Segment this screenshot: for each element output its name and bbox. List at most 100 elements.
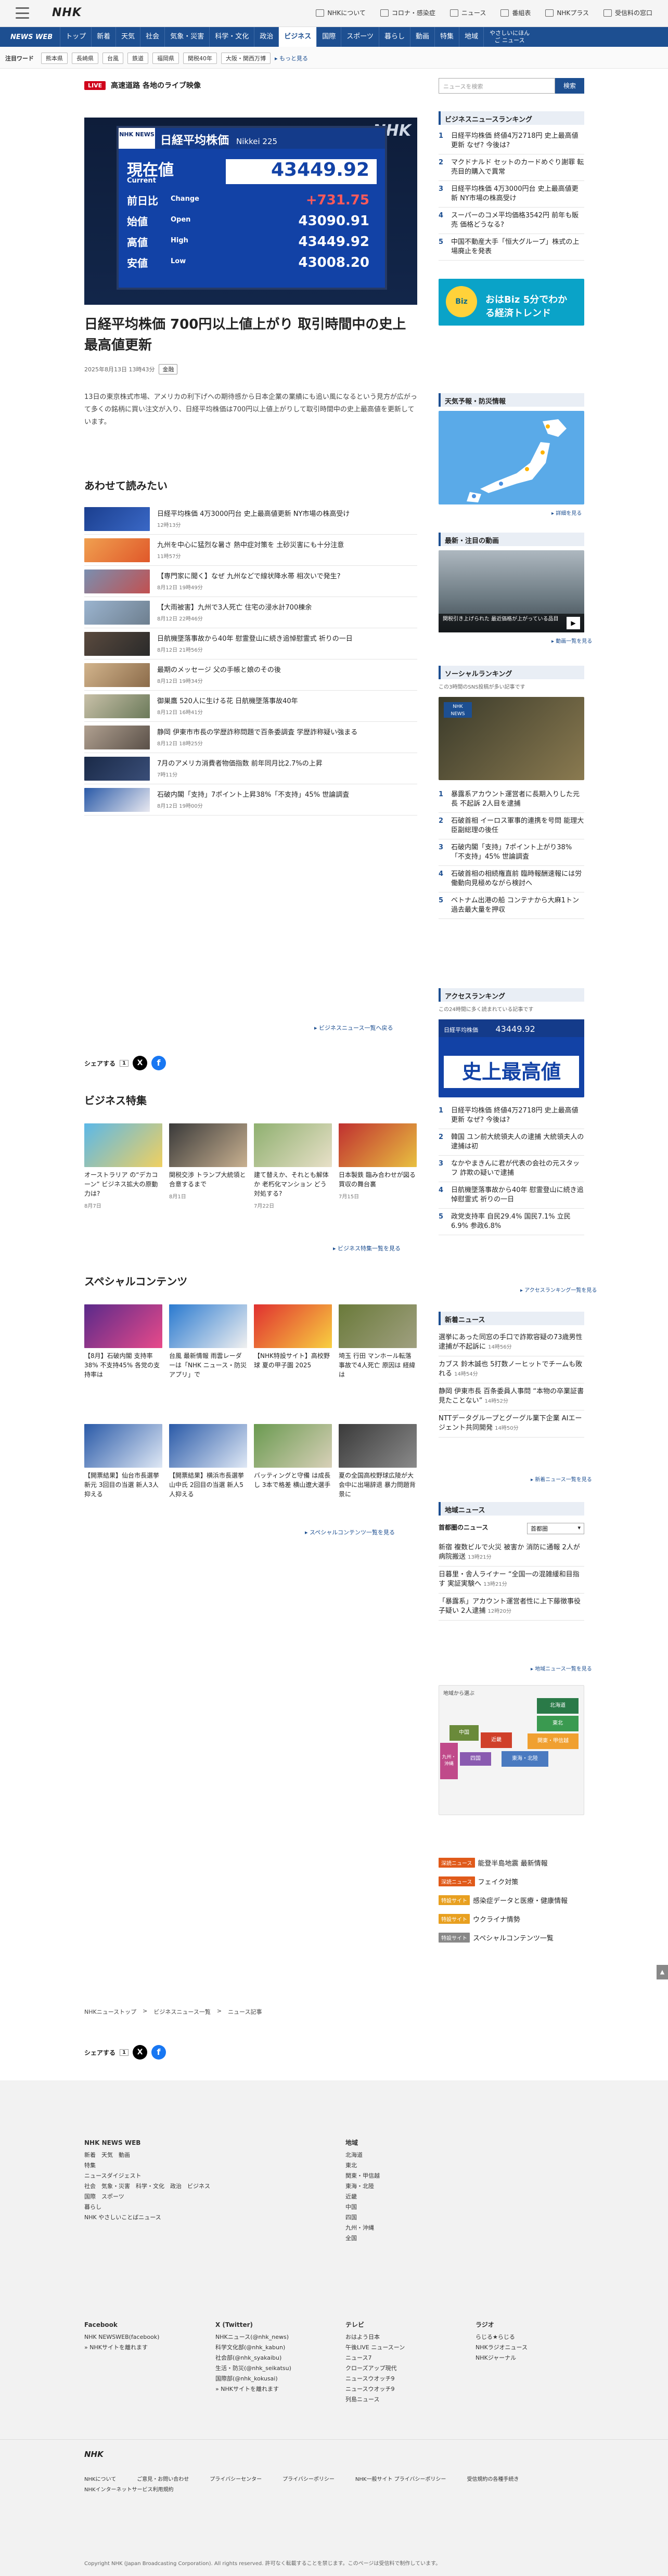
footer-region-link[interactable]: 全国 [345,2235,357,2242]
footer-link[interactable]: NHKラジオニュース [476,2344,528,2351]
related-item[interactable]: 日航機墜落事故から40年 慰霊登山に続き追悼慰霊式 祈りの一日 8月12日 21時… [84,628,417,659]
local-item[interactable]: 日暮里・舎人ライナー “全国一の混雑緩和目指す 実証実験へ 13時21分 [439,1567,584,1594]
region-kanto[interactable]: 関東・甲信越 [528,1733,579,1749]
related-item[interactable]: 石破内閣「支持」7ポイント上昇38%「不支持」45% 世論調査 8月12日 19時… [84,784,417,815]
nav-top[interactable]: トップ [60,27,91,47]
special-link[interactable]: 特設サイト スペシャルコンテンツ一覧 [439,1931,584,1944]
related-item[interactable]: 日経平均株価 4万3000円台 史上最高値更新 NY市場の株高受け 12時13分 [84,503,417,535]
nhk-logo[interactable]: NHK [52,6,82,19]
footer-link[interactable]: プライバシーポリシー [282,2476,335,2484]
footer-region-link[interactable]: 東海・北陸 [345,2183,374,2190]
top-link-about[interactable]: NHKについて [316,8,366,17]
attention-chip[interactable]: 鉄道 [127,53,148,64]
footer-link[interactable]: ビジネス [187,2183,210,2190]
footer-link[interactable]: 社会部(@nhk_syakaibu) [215,2354,281,2361]
footer-link[interactable]: 午後LIVE ニュースーン [345,2344,405,2351]
local-select[interactable]: 首都圏 ▾ [527,1523,584,1534]
footer-region-link[interactable]: 北海道 [345,2152,363,2158]
footer-link[interactable]: ニュース7 [345,2354,371,2361]
footer-link[interactable]: ご意見・お問い合わせ [137,2476,189,2484]
nav-life[interactable]: 暮らし [379,27,410,47]
footer-link[interactable]: 天気 [101,2152,113,2158]
ranking-item[interactable]: 1 日経平均株価 終値4万2718円 史上最高値更新 なぜ? 今後は? [439,128,584,154]
footer-link[interactable]: 生活・防災(@nhk_seikatsu) [215,2365,291,2372]
attention-chip[interactable]: 福岡県 [152,53,179,64]
nav-politics[interactable]: 政治 [254,27,278,47]
footer-link[interactable]: 科学・文化 [136,2183,164,2190]
back-to-top-button[interactable]: ▲ [657,1965,668,1979]
new-item[interactable]: NTTデータグループとグーグル業下企業 AIエージェント共同開発 14時50分 [439,1410,584,1438]
top-link-fee[interactable]: 受信料の窓口 [603,8,652,17]
special-card[interactable]: 【開票結果】横浜市長選挙 山中氏 2回目の当選 新人5人抑える [169,1424,247,1499]
nav-new[interactable]: 新着 [91,27,115,47]
menu-icon[interactable] [16,7,29,19]
nav-science[interactable]: 科学・文化 [209,27,254,47]
footer-link[interactable]: 科学文化部(@nhk_kabun) [215,2344,285,2351]
attention-chip[interactable]: 大阪・関西万博 [221,53,271,64]
business-list-link[interactable]: ▸ ビジネスニュース一覧へ戻る [314,1024,393,1032]
social-item[interactable]: 3 石破内閣「支持」7ポイント上がり38% 「不支持」45% 世論調査 [439,839,584,866]
social-item[interactable]: 2 石破首相 イーロス軍事的連携を号問 能理大臣副総理の後任 [439,813,584,839]
local-item[interactable]: 「暴露系」アカウント運営者性に上下藤徴事役子疑い 2人逮捕 12時20分 [439,1594,584,1621]
footer-link[interactable]: NHK やさしいことばニュース [84,2214,161,2221]
related-item[interactable]: 九州を中心に猛烈な暑さ 熱中症対策を 土砂災害にも十分注意 11時57分 [84,535,417,566]
breadcrumb-item[interactable]: NHKニューストップ [84,2008,136,2016]
x-share-icon[interactable]: X [132,1056,147,1070]
feature-card[interactable]: 関税交渉 トランプ大統領と合意するまで 8月1日 [169,1123,247,1209]
attention-more-link[interactable]: ▸ もっと見る [275,54,308,62]
footer-region-link[interactable]: 九州・沖縄 [345,2224,374,2231]
top-link-schedule[interactable]: 番組表 [500,8,531,17]
feature-list-link[interactable]: ▸ ビジネス特集一覧を見る [333,1244,401,1252]
footer-link[interactable]: 特集 [84,2162,96,2169]
footer-link[interactable]: クローズアップ現代 [345,2365,396,2372]
footer-link[interactable]: おはよう日本 [345,2334,380,2340]
footer-link[interactable]: 暮らし [84,2204,101,2210]
nav-disaster[interactable]: 気象・災害 [164,27,209,47]
footer-region-link[interactable]: 中国 [345,2204,357,2210]
feature-card[interactable]: 日本製鉄 臨み合わせが図る買収の舞台裏 7月15日 [339,1123,417,1209]
ohabiz-banner[interactable]: おはBiz 5分でわかる経済トレンド Biz [439,279,584,326]
footer-link[interactable]: スポーツ [101,2193,124,2200]
attention-chip[interactable]: 関税40年 [183,53,217,64]
footer-link[interactable]: NHKニュース(@nhk_news) [215,2334,289,2340]
video-player[interactable]: 関税引き上げられた 最近価格が上がっている品目 ▶ [439,550,584,632]
nav-business[interactable]: ビジネス [278,27,317,47]
facebook-share-icon[interactable]: f [151,2045,166,2060]
weather-more-link[interactable]: ▸ 詳細を見る [551,509,582,516]
region-shikoku[interactable]: 四国 [460,1752,491,1766]
footer-link[interactable]: NHKジャーナル [476,2354,516,2361]
top-link-news[interactable]: ニュース [449,8,486,17]
footer-region-link[interactable]: 関東・甲信越 [345,2172,380,2179]
video-more-link[interactable]: ▸ 動画一覧を見る [551,637,592,644]
new-item[interactable]: 選挙にあった同窓の手口で詐欺容疑の73歳男性 逮捕が不起訴に 14時56分 [439,1329,584,1356]
footer-link[interactable]: NHK一般サイト プライバシーポリシー [355,2476,446,2484]
ranking-item[interactable]: 5 中国不動産大手「恒大グループ」株式の上場廃止を発表 [439,234,584,261]
access-item[interactable]: 1 日経平均株価 終値4万2718円 史上最高値更新 なぜ? 今後は? [439,1103,584,1129]
facebook-share-icon[interactable]: f [151,1056,166,1070]
access-item[interactable]: 3 なかやまきんに君が代表の会社の元スタッフ 詐欺の疑いで逮捕 [439,1156,584,1182]
access-more-link[interactable]: ▸ アクセスランキング一覧を見る [520,1286,597,1293]
play-icon[interactable]: ▶ [567,617,580,629]
feature-card[interactable]: 建て替えか、それとも解体か 老朽化マンション どう対処する? 7月22日 [254,1123,332,1209]
social-item[interactable]: 1 暴露系アカウント運営者に長期入りした元長 不起訴 2人目を逮捕 [439,786,584,813]
region-tokai[interactable]: 東海・北陸 [502,1751,548,1767]
special-card[interactable]: 【NHK特設サイト】高校野球 夏の甲子園 2025 [254,1304,332,1379]
footer-link[interactable]: プライバシーセンター [210,2476,262,2484]
nav-region[interactable]: 地域 [459,27,483,47]
special-link[interactable]: 特設サイト ウクライナ情勢 [439,1912,584,1925]
footer-link[interactable]: 新着 [84,2152,96,2158]
nav-feature[interactable]: 特集 [434,27,459,47]
nav-society[interactable]: 社会 [140,27,164,47]
access-item[interactable]: 4 日航機墜落事故から40年 慰霊登山に続き追悼慰霊式 祈りの一日 [439,1182,584,1209]
nav-international[interactable]: 国際 [316,27,341,47]
related-item[interactable]: 静岡 伊東市市長の学歴詐称問題で百条委調査 学歴詐称疑い強まる 8月12日 18時… [84,722,417,753]
ranking-item[interactable]: 2 マクドナルド セットのカードめぐり謝罪 転売目的購入で異常 [439,154,584,181]
related-item[interactable]: 7月のアメリカ消費者物価指数 前年同月比2.7%の上昇 7時11分 [84,753,417,784]
region-kyushu[interactable]: 九州・沖縄 [440,1743,458,1779]
footer-link[interactable]: » NHKサイトを離れます [84,2344,148,2351]
footer-region-link[interactable]: 東北 [345,2162,357,2169]
attention-chip[interactable]: 熊本県 [41,53,68,64]
special-card[interactable]: 埼玉 行田 マンホール転落事故で4人死亡 原因は 経緯は [339,1304,417,1379]
footer-link[interactable]: NHKについて [84,2476,116,2484]
social-item[interactable]: 5 ベトナム出港の船 コンテナから大麻1トン 過去最大量を押収 [439,892,584,919]
